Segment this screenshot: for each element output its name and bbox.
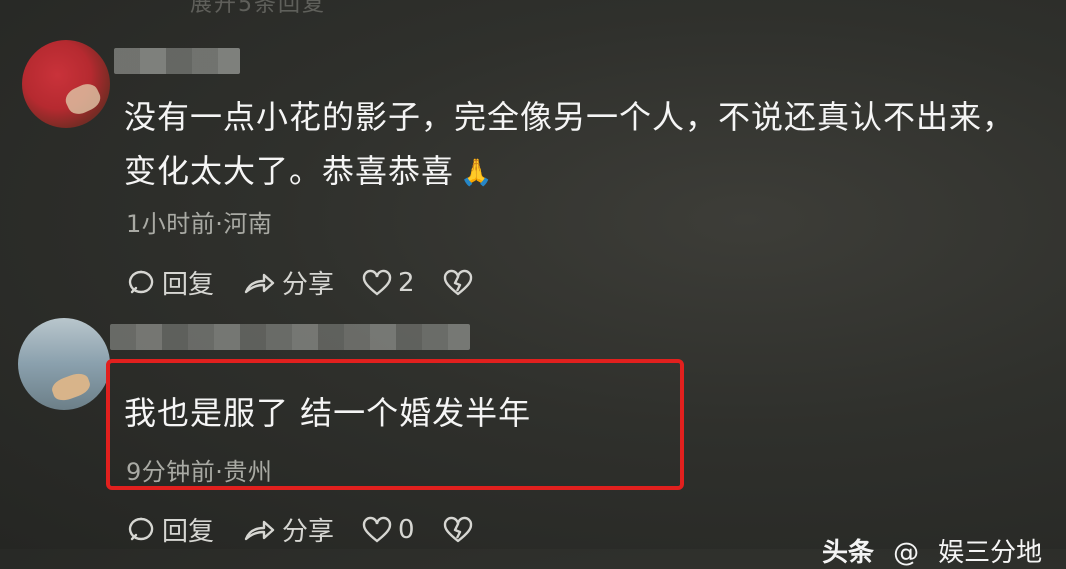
watermark-brand: 头条 <box>822 538 875 568</box>
comment-body: 没有一点小花的影子，完全像另一个人，不说还真认不出来，变化太大了。恭喜恭喜 <box>124 98 1016 190</box>
avatar-image-detail <box>62 80 104 118</box>
reply-label: 回复 <box>162 517 215 547</box>
share-button[interactable]: 分享 <box>242 511 334 548</box>
comment-meta: 1小时前·河南 <box>126 210 273 238</box>
avatar[interactable] <box>22 40 110 128</box>
heart-icon <box>362 269 392 296</box>
comment-actions: 回复 分享 2 <box>126 264 507 301</box>
share-button[interactable]: 分享 <box>242 264 334 301</box>
avatar[interactable] <box>18 318 110 410</box>
dislike-button[interactable] <box>443 516 479 544</box>
share-label: 分享 <box>282 270 335 300</box>
reply-bubble-icon <box>128 517 154 540</box>
collapsed-replies-hint[interactable]: 展开5条回复 <box>190 0 326 18</box>
dislike-button[interactable] <box>443 269 479 297</box>
watermark-account: 娱三分地 <box>938 538 1043 568</box>
share-label: 分享 <box>282 517 335 547</box>
username-blurred[interactable] <box>110 324 470 350</box>
heart-icon <box>362 516 392 543</box>
broken-heart-icon <box>443 516 472 542</box>
pray-emoji-icon: 🙏 <box>460 158 494 188</box>
like-button[interactable]: 0 <box>362 515 415 545</box>
comment-actions: 回复 分享 0 <box>126 511 507 548</box>
username-blurred[interactable] <box>114 48 240 74</box>
like-count: 0 <box>398 514 415 545</box>
like-button[interactable]: 2 <box>362 268 415 298</box>
reply-button[interactable]: 回复 <box>126 511 214 548</box>
broken-heart-icon <box>443 269 472 295</box>
watermark: 头条 @ 娱三分地 <box>822 532 1042 569</box>
highlight-box <box>106 359 684 490</box>
like-count: 2 <box>398 267 415 298</box>
share-arrow-icon <box>244 520 275 540</box>
reply-button[interactable]: 回复 <box>126 264 214 301</box>
share-arrow-icon <box>244 273 275 293</box>
watermark-at: @ <box>893 538 920 568</box>
reply-label: 回复 <box>162 270 215 300</box>
comment-text: 没有一点小花的影子，完全像另一个人，不说还真认不出来，变化太大了。恭喜恭喜 🙏 <box>124 90 1024 200</box>
reply-bubble-icon <box>128 270 154 293</box>
avatar-image-detail <box>49 370 93 404</box>
